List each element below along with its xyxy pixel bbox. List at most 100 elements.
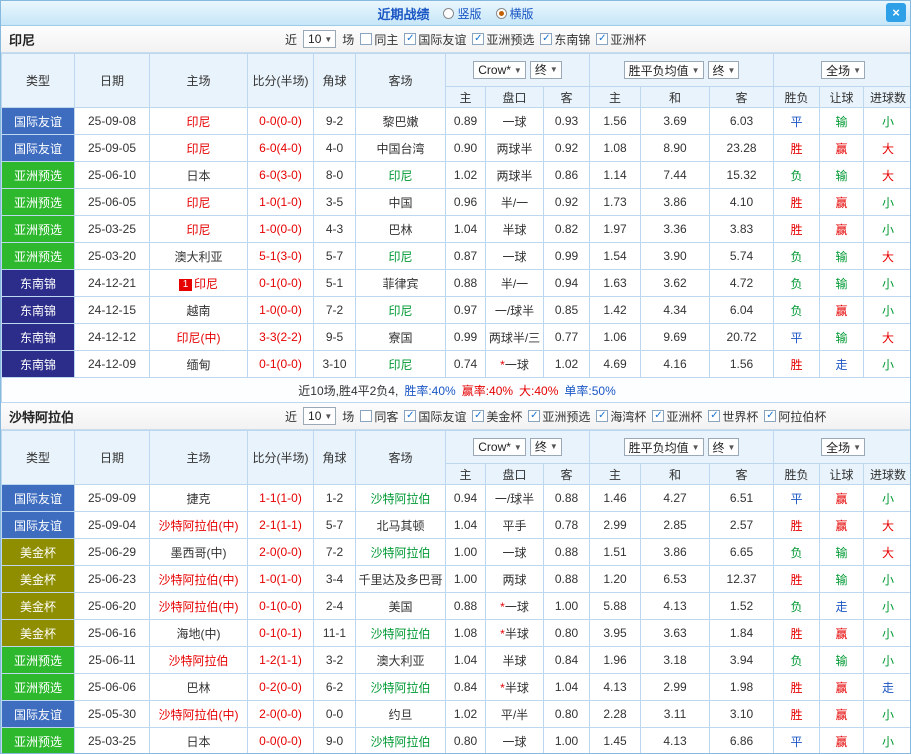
- competition-checkbox[interactable]: ✓ 国际友谊: [404, 408, 466, 425]
- result-outcome: 负: [773, 269, 821, 297]
- same-venue-checkbox[interactable]: 同主: [360, 31, 398, 48]
- competition-checkbox[interactable]: ✓ 亚洲杯: [652, 408, 702, 425]
- checkbox-checked-icon[interactable]: ✓: [528, 410, 541, 422]
- checkbox-checked-icon[interactable]: ✓: [596, 410, 609, 422]
- match-date: 25-06-16: [74, 619, 150, 647]
- avg-draw-odds: 3.69: [640, 107, 711, 135]
- avg-away-odds: 4.10: [709, 188, 775, 216]
- handicap-home-odds: 1.02: [445, 700, 486, 728]
- competition-checkbox[interactable]: ✓ 国际友谊: [404, 31, 466, 48]
- checkbox-checked-icon[interactable]: ✓: [764, 410, 777, 422]
- score-cell: 0-0(0-0): [247, 107, 314, 135]
- bookmaker-select[interactable]: Crow* ▼: [473, 61, 526, 80]
- away-team-name: 印尼: [388, 249, 413, 264]
- corners-cell: 5-7: [313, 511, 356, 539]
- handicap-final-select-value: 终: [534, 440, 547, 455]
- match-date: 25-03-25: [74, 215, 150, 243]
- match-count-select[interactable]: 10 ▼: [303, 30, 337, 48]
- corners-cell: 11-1: [313, 619, 356, 647]
- handicap-final-select[interactable]: 终 ▼: [529, 60, 562, 79]
- column-header: 类型: [1, 430, 75, 485]
- summary-segment: 大:40%: [519, 383, 559, 398]
- team-name: 沙特阿拉伯: [9, 409, 75, 425]
- checkbox-checked-icon[interactable]: ✓: [596, 33, 609, 45]
- avg-away-odds: 1.52: [709, 592, 775, 620]
- avg-away-odds: 1.84: [709, 619, 775, 647]
- chevron-down-icon: ▼: [513, 442, 522, 452]
- same-venue-checkbox[interactable]: 同客: [360, 408, 398, 425]
- handicap-line: 一球: [485, 538, 544, 566]
- result-goals: 大: [863, 242, 910, 270]
- radio-horizontal-icon[interactable]: [495, 7, 507, 19]
- checkbox-checked-icon[interactable]: ✓: [472, 33, 485, 45]
- checkbox-unchecked-icon[interactable]: [360, 33, 373, 45]
- sub-column-header: 客: [542, 86, 591, 108]
- away-team: 澳大利亚: [355, 646, 446, 674]
- match-date: 25-09-08: [74, 107, 150, 135]
- competition-checkbox-label: 世界杯: [722, 409, 759, 424]
- checkbox-checked-icon[interactable]: ✓: [540, 33, 553, 45]
- match-date: 25-06-05: [74, 188, 150, 216]
- checkbox-checked-icon[interactable]: ✓: [472, 410, 485, 422]
- handicap-away-odds: 0.78: [542, 511, 591, 539]
- competition-checkbox[interactable]: ✓ 亚洲预选: [472, 31, 534, 48]
- checkbox-checked-icon[interactable]: ✓: [404, 33, 417, 45]
- home-team-name: 捷克: [186, 491, 211, 506]
- corners-cell: 5-7: [313, 242, 356, 270]
- handicap-line: 两球半: [485, 134, 544, 162]
- competition-checkbox[interactable]: ✓ 世界杯: [708, 408, 758, 425]
- match-row: 东南锦 24-12-09 缅甸 0-1(0-0) 3-10 印尼 0.74 *一球 1.02 4.…: [1, 350, 910, 378]
- checkbox-checked-icon[interactable]: ✓: [652, 410, 665, 422]
- result-outcome: 平: [773, 323, 821, 351]
- home-team-name: 沙特阿拉伯(中): [158, 707, 239, 722]
- handicap-final-select[interactable]: 终 ▼: [529, 437, 562, 456]
- home-team: 澳大利亚: [149, 242, 248, 270]
- avg-final-select-value: 终: [712, 63, 725, 78]
- match-scope-select[interactable]: 全场 ▼: [821, 61, 866, 79]
- team-section: 沙特阿拉伯近 10 ▼ 场同客 ✓ 国际友谊 ✓ 美金杯 ✓ 亚洲预选 ✓ 海湾杯 ✓ 亚洲杯 ✓ 世界杯 ✓ 阿…: [1, 403, 910, 753]
- view-option-vertical[interactable]: 竖版: [443, 5, 482, 22]
- checkbox-unchecked-icon[interactable]: [360, 410, 373, 422]
- avg-away-odds: 3.94: [709, 646, 775, 674]
- avg-home-odds: 1.73: [589, 188, 642, 216]
- view-option-horizontal-label: 横版: [509, 6, 534, 21]
- favorite-star: *: [500, 599, 505, 614]
- close-icon[interactable]: ×: [886, 3, 906, 22]
- handicap-line: 一球: [485, 242, 544, 270]
- sub-column-header: 主: [445, 86, 486, 108]
- competition-checkbox[interactable]: ✓ 海湾杯: [596, 408, 646, 425]
- away-team-name: 千里达及多巴哥: [358, 572, 443, 587]
- competition-checkbox[interactable]: ✓ 阿拉伯杯: [764, 408, 826, 425]
- competition-checkbox[interactable]: ✓ 亚洲预选: [528, 408, 590, 425]
- avg-odds-type-select[interactable]: 胜平负均值 ▼: [623, 438, 704, 456]
- handicap-line: 平手: [485, 511, 544, 539]
- handicap-home-odds: 0.96: [445, 188, 486, 216]
- sub-column-header: 盘口: [485, 463, 544, 485]
- chevron-down-icon: ▼: [691, 442, 700, 452]
- competition-checkbox[interactable]: ✓ 美金杯: [472, 408, 522, 425]
- avg-final-select[interactable]: 终 ▼: [707, 438, 740, 456]
- match-scope-select[interactable]: 全场 ▼: [821, 438, 866, 456]
- result-handicap: 赢: [819, 700, 865, 728]
- avg-odds-type-select[interactable]: 胜平负均值 ▼: [623, 61, 704, 79]
- bookmaker-select[interactable]: Crow* ▼: [473, 438, 526, 457]
- competition-checkbox[interactable]: ✓ 东南锦: [540, 31, 590, 48]
- avg-draw-odds: 3.18: [640, 646, 711, 674]
- away-team: 沙特阿拉伯: [355, 484, 446, 512]
- avg-draw-odds: 9.69: [640, 323, 711, 351]
- view-option-horizontal[interactable]: 横版: [495, 5, 534, 22]
- competition-checkbox[interactable]: ✓ 亚洲杯: [596, 31, 646, 48]
- checkbox-checked-icon[interactable]: ✓: [404, 410, 417, 422]
- handicap-home-odds: 0.89: [445, 107, 486, 135]
- match-date: 24-12-12: [74, 323, 150, 351]
- checkbox-checked-icon[interactable]: ✓: [708, 410, 721, 422]
- match-count-select[interactable]: 10 ▼: [303, 407, 337, 425]
- avg-home-odds: 2.99: [589, 511, 642, 539]
- radio-vertical-icon[interactable]: [443, 7, 455, 19]
- handicap-away-odds: 0.80: [542, 619, 591, 647]
- chevron-down-icon: ▼: [324, 411, 333, 421]
- column-header: 比分(半场): [247, 53, 314, 108]
- avg-final-select[interactable]: 终 ▼: [707, 61, 740, 79]
- sub-column-header: 主: [589, 463, 642, 485]
- competition-type-badge: 国际友谊: [1, 134, 75, 162]
